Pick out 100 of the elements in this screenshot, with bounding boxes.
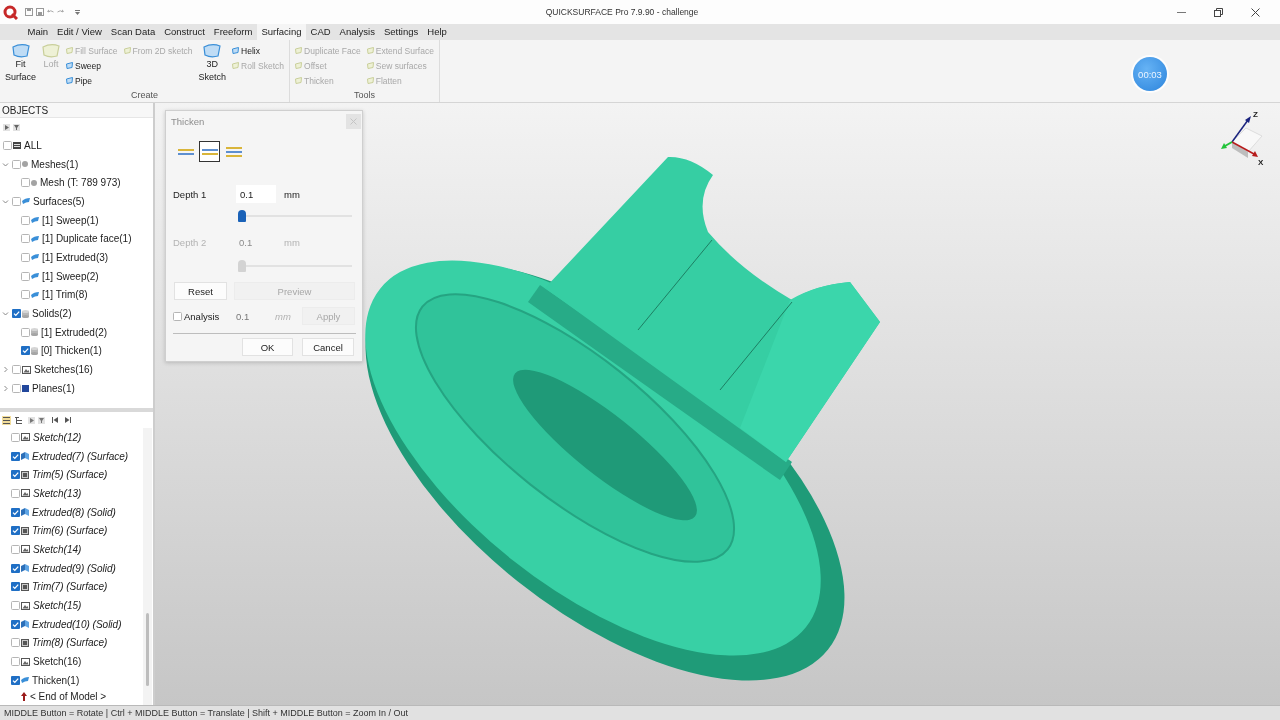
history-item[interactable]: Sketch(14) <box>33 543 82 555</box>
ribbon-tool-button[interactable]: Sweep <box>65 58 119 73</box>
history-item[interactable]: Extruded(7) (Surface) <box>32 450 129 462</box>
tree-item[interactable]: Meshes(1) <box>31 158 79 170</box>
checkbox[interactable] <box>21 290 30 300</box>
save-icon[interactable] <box>25 8 33 16</box>
checkbox[interactable] <box>11 638 20 648</box>
checkbox[interactable] <box>3 140 12 150</box>
cancel-button[interactable]: Cancel <box>302 338 354 356</box>
menu-tab[interactable]: Analysis <box>335 24 380 40</box>
checkbox[interactable] <box>11 432 20 442</box>
checkbox[interactable] <box>11 601 20 611</box>
ribbon-tool-button[interactable]: Pipe <box>65 73 119 88</box>
depth-input[interactable]: 0.1 <box>236 185 276 203</box>
list-view-button[interactable] <box>2 415 11 425</box>
close-button[interactable] <box>346 113 361 129</box>
tree-item[interactable]: [1] Extruded(3) <box>42 251 109 263</box>
history-item[interactable]: Trim(7) (Surface) <box>32 581 108 593</box>
checkbox[interactable] <box>11 507 20 517</box>
menu-tab[interactable]: Scan Data <box>106 24 160 40</box>
tree-view-button[interactable] <box>14 415 23 425</box>
thicken-side-button[interactable] <box>199 141 220 162</box>
filter-icon[interactable] <box>13 123 20 131</box>
undo-icon[interactable] <box>47 9 54 15</box>
chevron-right-icon[interactable] <box>2 366 9 374</box>
menu-tab[interactable]: Edit / View <box>52 24 107 40</box>
chevron-down-icon[interactable] <box>2 197 9 205</box>
checkbox[interactable] <box>21 327 30 337</box>
history-item[interactable]: Thicken(1) <box>32 674 80 686</box>
tree-item[interactable]: Sketches(16) <box>34 364 93 376</box>
menu-tab[interactable]: Settings <box>379 24 423 40</box>
tree-item[interactable]: [1] Trim(8) <box>42 289 88 301</box>
redo-icon[interactable] <box>57 9 64 15</box>
checkbox[interactable] <box>12 365 21 375</box>
history-item[interactable]: Sketch(12) <box>33 431 82 443</box>
tree-item[interactable]: [1] Duplicate face(1) <box>42 233 132 245</box>
checkbox[interactable] <box>21 271 30 281</box>
dropdown-caret-icon[interactable] <box>75 9 80 15</box>
expand-icon[interactable] <box>28 416 35 424</box>
ribbon-tool-button[interactable]: Helix <box>231 43 286 58</box>
history-item[interactable]: Trim(5) (Surface) <box>32 469 108 481</box>
checkbox[interactable] <box>11 470 20 480</box>
checkbox[interactable] <box>11 526 20 536</box>
tree-item[interactable]: [1] Sweep(2) <box>42 270 99 282</box>
chevron-down-icon[interactable] <box>2 310 9 318</box>
checkbox[interactable] <box>21 346 30 356</box>
history-item[interactable]: Extruded(9) (Solid) <box>32 562 116 574</box>
checkbox[interactable] <box>173 311 182 321</box>
menu-tab[interactable]: Main <box>23 24 53 40</box>
checkbox[interactable] <box>11 619 20 629</box>
checkbox[interactable] <box>12 196 21 206</box>
history-item[interactable]: Extruded(8) (Solid) <box>32 506 116 518</box>
checkbox[interactable] <box>11 488 20 498</box>
expand-icon[interactable] <box>3 123 10 131</box>
checkbox[interactable] <box>21 178 30 188</box>
checkbox[interactable] <box>11 544 20 554</box>
checkbox[interactable] <box>11 582 20 592</box>
skip-to-end-icon[interactable] <box>65 417 71 423</box>
tree-item[interactable]: [0] Thicken(1) <box>41 345 102 357</box>
tree-item[interactable]: Surfaces(5) <box>33 195 85 207</box>
history-item[interactable]: Extruded(10) (Solid) <box>32 618 122 630</box>
menu-tab[interactable]: Construct <box>159 24 210 40</box>
chevron-down-icon[interactable] <box>2 160 9 168</box>
reset-button[interactable]: Reset <box>174 282 227 300</box>
checkbox[interactable] <box>12 383 21 393</box>
menu-tab[interactable]: Freeform <box>209 24 257 40</box>
scrollbar-thumb[interactable] <box>146 613 149 686</box>
checkbox[interactable] <box>12 309 21 319</box>
history-item[interactable]: Sketch(16) <box>33 656 82 668</box>
history-item[interactable]: Sketch(13) <box>33 487 82 499</box>
checkbox[interactable] <box>11 563 20 573</box>
history-item[interactable]: Sketch(15) <box>33 600 82 612</box>
tree-item[interactable]: Solids(2) <box>32 308 72 320</box>
ribbon-tool-button[interactable]: 3D Sketch <box>195 43 230 89</box>
save-all-icon[interactable] <box>36 8 44 16</box>
menu-tab[interactable]: Surfacing <box>256 24 307 40</box>
ok-button[interactable]: OK <box>242 338 293 356</box>
checkbox[interactable] <box>11 675 20 685</box>
checkbox[interactable] <box>11 451 20 461</box>
tree-item[interactable]: ALL <box>24 139 42 151</box>
menu-tab[interactable]: Help <box>422 24 452 40</box>
tree-item[interactable]: [1] Sweep(1) <box>42 214 99 226</box>
end-of-model-marker[interactable]: < End of Model > <box>30 691 107 703</box>
tree-item[interactable]: Mesh (T: 789 973) <box>40 177 121 189</box>
checkbox[interactable] <box>12 159 21 169</box>
tree-item[interactable]: Planes(1) <box>32 382 75 394</box>
scrollbar[interactable] <box>143 428 152 705</box>
slider-thumb[interactable] <box>238 210 246 222</box>
filter-icon[interactable] <box>38 416 45 424</box>
history-item[interactable]: Trim(6) (Surface) <box>32 525 108 537</box>
checkbox[interactable] <box>21 234 30 244</box>
menu-tab[interactable]: CAD <box>306 24 336 40</box>
tree-item[interactable]: [1] Extruded(2) <box>41 326 108 338</box>
view-cube[interactable] <box>1231 127 1263 158</box>
checkbox[interactable] <box>21 252 30 262</box>
skip-to-start-icon[interactable] <box>52 417 58 423</box>
checkbox[interactable] <box>21 215 30 225</box>
chevron-right-icon[interactable] <box>2 384 9 392</box>
ribbon-tool-button[interactable]: Fit Surface <box>2 43 39 89</box>
checkbox[interactable] <box>11 657 20 667</box>
